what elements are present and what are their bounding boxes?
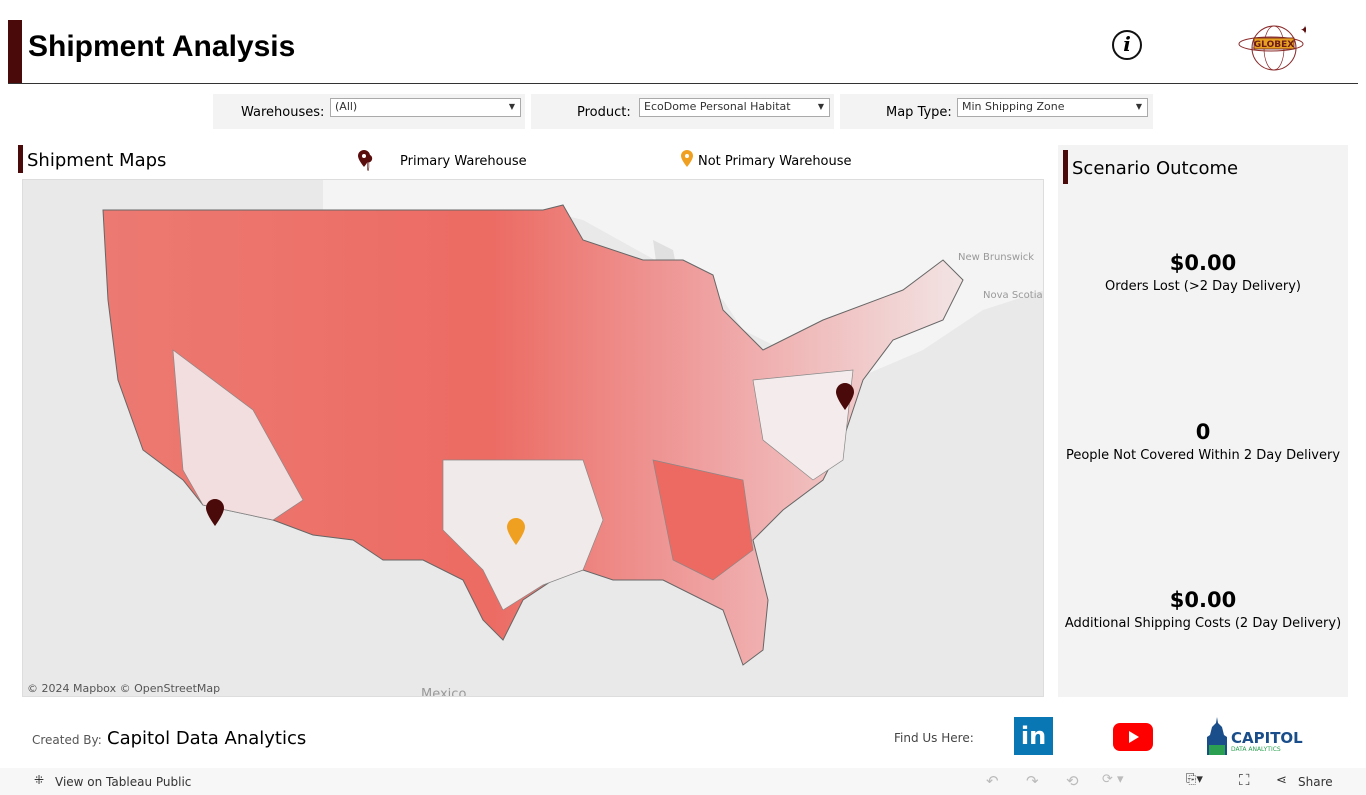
map-label: Mexico xyxy=(421,687,466,697)
legend-primary-label: Primary Warehouse xyxy=(400,154,527,169)
filter-label: Warehouses: xyxy=(241,105,325,120)
tableau-toolbar: ⁜ View on Tableau Public ↶ ↷ ⟲ ⟳ ▾ ⎘▾ ⛶ … xyxy=(0,768,1366,795)
info-icon[interactable]: i xyxy=(1112,30,1142,60)
kpi-value: $0.00 xyxy=(1169,588,1237,612)
kpi-orders-lost: $0.00 Orders Lost (>2 Day Delivery) xyxy=(1058,251,1348,294)
map-label: Nova Scotia xyxy=(983,290,1043,301)
svg-text:GLOBEX: GLOBEX xyxy=(1254,40,1294,50)
primary-pin-icon xyxy=(358,150,370,167)
logo-subtext: DATA ANALYTICS xyxy=(1231,746,1281,753)
download-icon[interactable]: ⎘▾ xyxy=(1186,772,1203,787)
map-canvas: New Brunswick Nova Scotia Mexico © 2024 … xyxy=(27,180,1043,697)
tableau-icon: ⁜ xyxy=(34,773,45,787)
page-title: Shipment Analysis xyxy=(28,30,296,63)
map-type-select[interactable]: Min Shipping Zone xyxy=(957,98,1148,117)
secondary-pin-icon xyxy=(681,150,693,167)
company-name: Capitol Data Analytics xyxy=(107,728,307,749)
title-accent xyxy=(8,20,22,83)
youtube-icon[interactable] xyxy=(1113,723,1153,751)
warehouse-pin-west[interactable] xyxy=(206,499,224,526)
legend-secondary-label: Not Primary Warehouse xyxy=(698,154,852,169)
share-icon[interactable]: ⋖ xyxy=(1276,773,1287,788)
map-type-filter: Map Type: Min Shipping Zone xyxy=(840,94,1153,129)
revert-icon[interactable]: ⟲ xyxy=(1066,772,1079,790)
section-accent xyxy=(1063,150,1068,184)
section-accent xyxy=(18,145,23,173)
svg-text:✦: ✦ xyxy=(1300,23,1306,37)
scenario-outcome-title: Scenario Outcome xyxy=(1072,158,1239,179)
kpi-label: Additional Shipping Costs (2 Day Deliver… xyxy=(1064,616,1342,631)
logo-text: CAPITOL xyxy=(1231,729,1303,747)
linkedin-icon[interactable]: in xyxy=(1014,717,1053,755)
capitol-dome-icon xyxy=(1207,717,1227,755)
kpi-people-not-covered: 0 People Not Covered Within 2 Day Deliver… xyxy=(1058,420,1348,463)
scenario-outcome-panel: Scenario Outcome $0.00 Orders Lost (>2 Da… xyxy=(1058,145,1348,697)
warehouses-filter: Warehouses: (All) xyxy=(213,94,525,129)
shipment-maps-title: Shipment Maps xyxy=(27,150,167,171)
capitol-logo[interactable]: CAPITOL DATA ANALYTICS xyxy=(1205,717,1303,759)
globex-logo: GLOBEX ✦ xyxy=(1238,23,1306,71)
undo-icon[interactable]: ↶ xyxy=(986,772,999,790)
kpi-value: $0.00 xyxy=(1169,251,1237,275)
kpi-additional-costs: $0.00 Additional Shipping Costs (2 Day De… xyxy=(1058,588,1348,631)
refresh-icon[interactable]: ⟳ ▾ xyxy=(1102,772,1124,787)
filter-label: Product: xyxy=(577,105,631,120)
kpi-label: People Not Covered Within 2 Day Delivery xyxy=(1065,448,1341,463)
header: Shipment Analysis i GLOBEX ✦ xyxy=(8,20,1358,84)
product-select[interactable]: EcoDome Personal Habitat xyxy=(639,98,830,117)
map-label: New Brunswick xyxy=(958,252,1034,263)
product-filter: Product: EcoDome Personal Habitat xyxy=(531,94,834,129)
shipment-map[interactable]: New Brunswick Nova Scotia Mexico © 2024 … xyxy=(22,179,1044,697)
map-attribution[interactable]: © 2024 Mapbox © OpenStreetMap xyxy=(27,682,220,695)
created-by-label: Created By: xyxy=(32,733,102,747)
filter-label: Map Type: xyxy=(886,105,952,120)
fullscreen-icon[interactable]: ⛶ xyxy=(1239,771,1250,789)
kpi-value: 0 xyxy=(1195,420,1211,444)
find-us-label: Find Us Here: xyxy=(894,731,974,745)
view-on-tableau-link[interactable]: View on Tableau Public xyxy=(55,775,191,789)
warehouses-select[interactable]: (All) xyxy=(330,98,521,117)
kpi-label: Orders Lost (>2 Day Delivery) xyxy=(1104,279,1302,294)
share-button[interactable]: Share xyxy=(1298,775,1333,789)
redo-icon[interactable]: ↷ xyxy=(1026,772,1039,790)
